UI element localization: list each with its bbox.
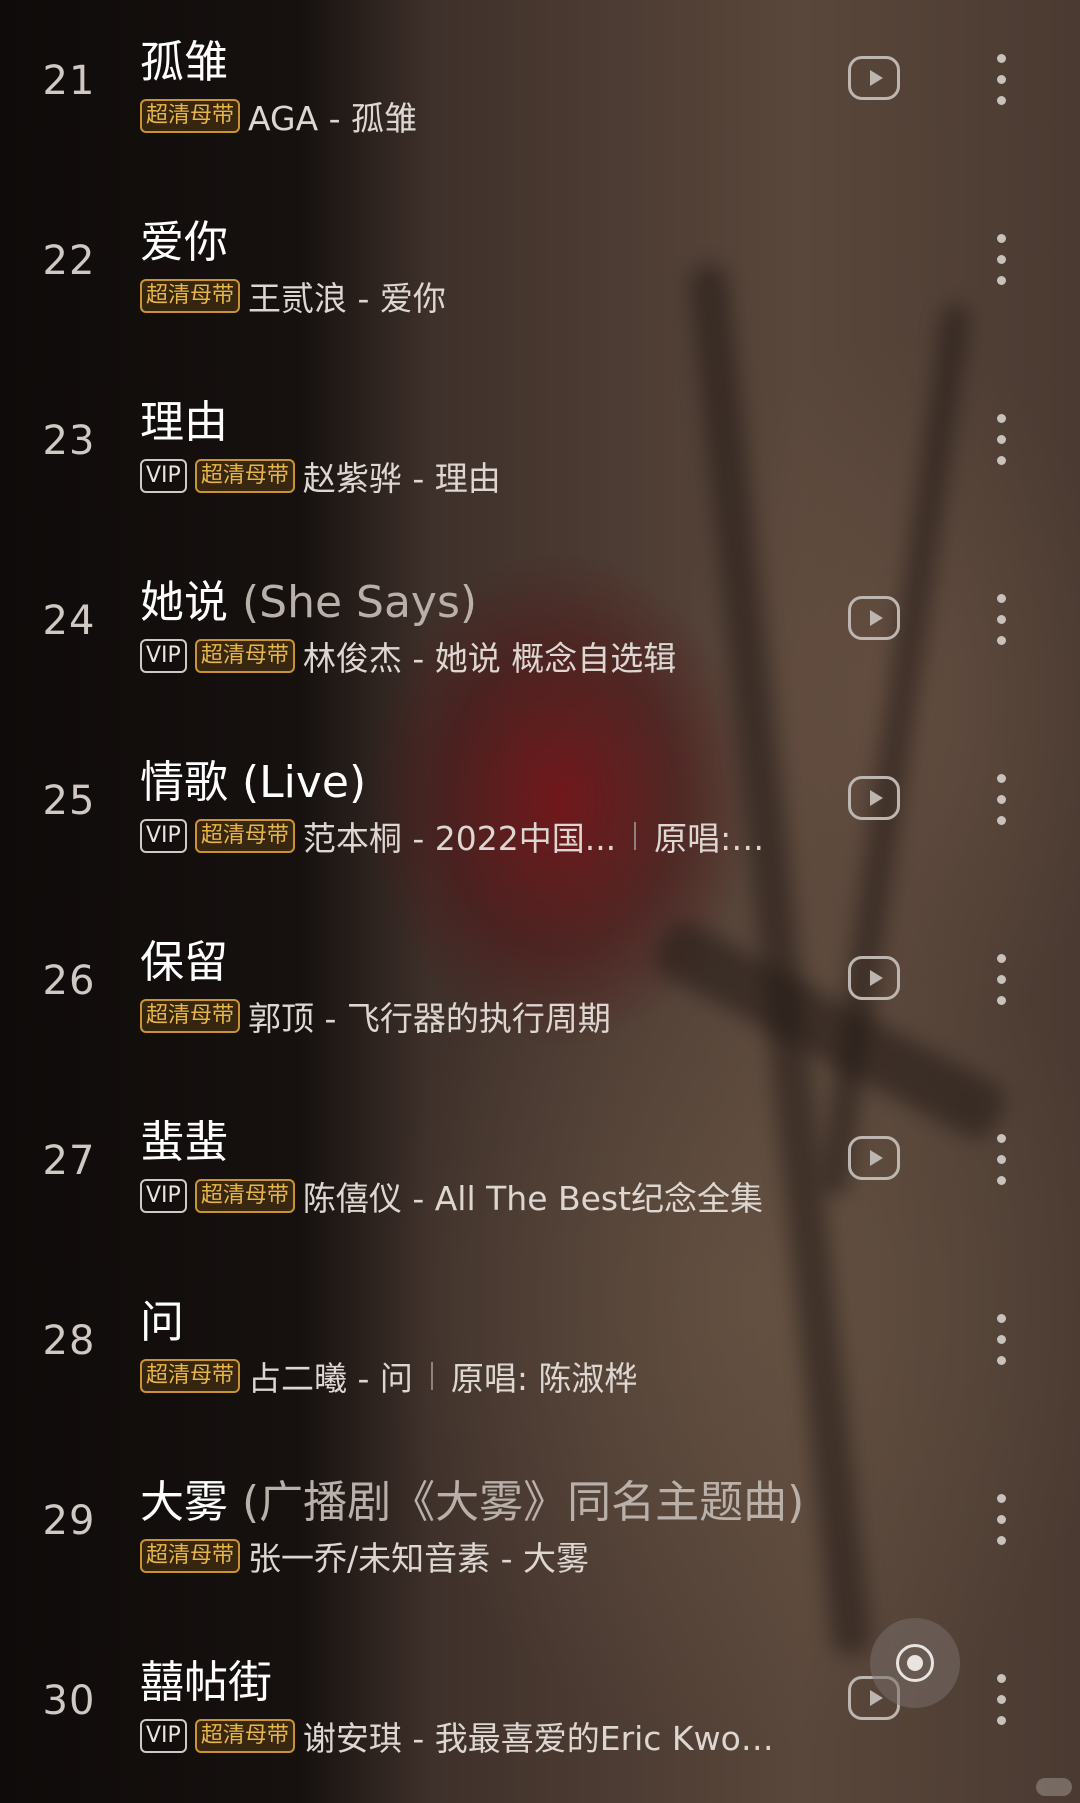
song-rank: 26 bbox=[42, 958, 96, 1004]
song-artist-album: 张一乔/未知音素 - 大雾 bbox=[248, 1539, 590, 1578]
song-artist-album: AGA - 孤雏 bbox=[248, 99, 418, 138]
song-title: 理由 bbox=[140, 386, 228, 450]
song-row[interactable]: 21 孤雏超清母带 AGA - 孤雏 bbox=[0, 0, 1080, 180]
song-title-main: 她说 bbox=[140, 577, 228, 628]
song-title: 大雾 (广播剧《大雾》同名主题曲) bbox=[140, 1466, 804, 1530]
play-video-icon[interactable] bbox=[848, 1136, 900, 1180]
master-quality-badge: 超清母带 bbox=[194, 1719, 295, 1753]
song-artist-album: 郭顶 - 飞行器的执行周期 bbox=[248, 999, 611, 1038]
song-rank: 22 bbox=[42, 238, 96, 284]
song-title: 问 bbox=[140, 1286, 184, 1350]
meta-divider bbox=[634, 822, 637, 850]
song-title-main: 理由 bbox=[140, 397, 228, 448]
floating-locate-button[interactable] bbox=[870, 1618, 960, 1708]
song-title: 囍帖街 bbox=[140, 1646, 272, 1710]
vip-badge: VIP bbox=[140, 1719, 187, 1753]
song-artist-album: 赵紫骅 - 理由 bbox=[302, 459, 501, 498]
song-meta: 超清母带 郭顶 - 飞行器的执行周期 bbox=[140, 994, 611, 1038]
song-title-subtitle: (广播剧《大雾》同名主题曲) bbox=[242, 1477, 805, 1528]
master-quality-badge: 超清母带 bbox=[140, 999, 241, 1033]
song-artist-album: 占二曦 - 问 bbox=[248, 1359, 413, 1398]
song-rank: 24 bbox=[42, 598, 96, 644]
song-rank: 29 bbox=[42, 1498, 96, 1544]
play-video-icon[interactable] bbox=[848, 956, 900, 1000]
more-vertical-icon[interactable] bbox=[990, 1674, 1014, 1726]
more-vertical-icon[interactable] bbox=[990, 414, 1014, 466]
vip-badge: VIP bbox=[140, 819, 187, 853]
more-vertical-icon[interactable] bbox=[990, 774, 1014, 826]
song-list: 21 孤雏 超清母带 AGA - 孤雏 22 爱你 超清母带 王贰浪 - 爱你 23 理由 VIP 超… bbox=[0, 0, 1080, 1803]
song-title: 她说 (She Says) bbox=[140, 566, 477, 630]
more-vertical-icon[interactable] bbox=[990, 54, 1014, 106]
song-rank: 21 bbox=[42, 58, 96, 104]
song-title-main: 爱你 bbox=[140, 217, 228, 268]
song-title-main: 蜚蜚 bbox=[140, 1117, 228, 1168]
master-quality-badge: 超清母带 bbox=[140, 279, 241, 313]
more-vertical-icon[interactable] bbox=[990, 1134, 1014, 1186]
song-title-main: 情歌 (Live) bbox=[140, 757, 367, 808]
play-video-icon[interactable] bbox=[848, 596, 900, 640]
master-quality-badge: 超清母带 bbox=[194, 819, 295, 853]
master-quality-badge: 超清母带 bbox=[140, 99, 241, 133]
song-title-main: 保留 bbox=[140, 937, 228, 988]
song-title-main: 孤雏 bbox=[140, 37, 228, 88]
song-meta: VIP 超清母带 谢安琪 - 我最喜爱的Eric Kwo… bbox=[140, 1714, 774, 1758]
master-quality-badge: 超清母带 bbox=[140, 1359, 241, 1393]
more-vertical-icon[interactable] bbox=[990, 1494, 1014, 1546]
song-artist-album: 林俊杰 - 她说 概念自选辑 bbox=[302, 639, 677, 678]
meta-divider bbox=[430, 1362, 433, 1390]
song-meta: 超清母带 王贰浪 - 爱你 bbox=[140, 274, 446, 318]
more-vertical-icon[interactable] bbox=[990, 594, 1014, 646]
song-title-subtitle: (She Says) bbox=[242, 577, 478, 628]
song-row[interactable]: 25 情歌 (Live) VIP 超清母带 范本桐 - 2022中国... 原唱:… bbox=[0, 720, 1080, 900]
song-artist-album: 范本桐 - 2022中国... bbox=[302, 819, 617, 858]
song-artist-album: 陈僖仪 - All The Best纪念全集 bbox=[302, 1179, 764, 1218]
song-row[interactable]: 26 保留超清母带 郭顶 - 飞行器的执行周期 bbox=[0, 900, 1080, 1080]
watermark bbox=[1036, 1778, 1072, 1796]
song-meta: 超清母带 张一乔/未知音素 - 大雾 bbox=[140, 1534, 589, 1578]
original-singer: 原唱: 陈淑桦 bbox=[450, 1359, 638, 1398]
song-title-main: 囍帖街 bbox=[140, 1657, 272, 1708]
vip-badge: VIP bbox=[140, 1179, 187, 1213]
song-rank: 30 bbox=[42, 1678, 96, 1724]
song-row[interactable]: 22 爱你超清母带 王贰浪 - 爱你 bbox=[0, 180, 1080, 360]
song-title: 保留 bbox=[140, 926, 228, 990]
song-meta: VIP 超清母带 赵紫骅 - 理由 bbox=[140, 454, 501, 498]
master-quality-badge: 超清母带 bbox=[194, 1179, 295, 1213]
vip-badge: VIP bbox=[140, 459, 187, 493]
song-row[interactable]: 29 大雾 (广播剧《大雾》同名主题曲) 超清母带 张一乔/未知音素 - 大雾 bbox=[0, 1440, 1080, 1620]
song-artist-album: 谢安琪 - 我最喜爱的Eric Kwo… bbox=[302, 1719, 774, 1758]
song-meta: 超清母带 AGA - 孤雏 bbox=[140, 94, 417, 138]
song-title: 孤雏 bbox=[140, 26, 228, 90]
song-title-main: 大雾 bbox=[140, 1477, 228, 1528]
song-title-main: 问 bbox=[140, 1297, 184, 1348]
song-meta: VIP 超清母带 林俊杰 - 她说 概念自选辑 bbox=[140, 634, 676, 678]
master-quality-badge: 超清母带 bbox=[140, 1539, 241, 1573]
vip-badge: VIP bbox=[140, 639, 187, 673]
song-rank: 27 bbox=[42, 1138, 96, 1184]
more-vertical-icon[interactable] bbox=[990, 1314, 1014, 1366]
song-meta: VIP 超清母带 范本桐 - 2022中国... 原唱:… bbox=[140, 814, 764, 858]
song-artist-album: 王贰浪 - 爱你 bbox=[248, 279, 446, 318]
song-meta: 超清母带 占二曦 - 问原唱: 陈淑桦 bbox=[140, 1354, 638, 1398]
song-meta: VIP 超清母带 陈僖仪 - All The Best纪念全集 bbox=[140, 1174, 763, 1218]
more-vertical-icon[interactable] bbox=[990, 954, 1014, 1006]
play-video-icon[interactable] bbox=[848, 56, 900, 100]
song-rank: 23 bbox=[42, 418, 96, 464]
master-quality-badge: 超清母带 bbox=[194, 639, 295, 673]
song-rank: 28 bbox=[42, 1318, 96, 1364]
more-vertical-icon[interactable] bbox=[990, 234, 1014, 286]
song-title: 爱你 bbox=[140, 206, 228, 270]
song-title: 蜚蜚 bbox=[140, 1106, 228, 1170]
song-rank: 25 bbox=[42, 778, 96, 824]
play-video-icon[interactable] bbox=[848, 776, 900, 820]
song-row[interactable]: 24 她说 (She Says) VIP 超清母带 林俊杰 - 她说 概念自选辑 bbox=[0, 540, 1080, 720]
song-title: 情歌 (Live) bbox=[140, 746, 366, 810]
song-row[interactable]: 28 问超清母带 占二曦 - 问原唱: 陈淑桦 bbox=[0, 1260, 1080, 1440]
song-row[interactable]: 23 理由 VIP 超清母带 赵紫骅 - 理由 bbox=[0, 360, 1080, 540]
master-quality-badge: 超清母带 bbox=[194, 459, 295, 493]
original-singer: 原唱:… bbox=[654, 819, 765, 858]
song-row[interactable]: 27 蜚蜚 VIP 超清母带 陈僖仪 - All The Best纪念全集 bbox=[0, 1080, 1080, 1260]
